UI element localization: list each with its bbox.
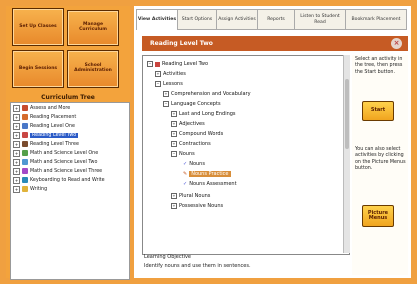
tree-leaf[interactable]: ✓ Nouns Assessment xyxy=(183,180,237,188)
book-icon xyxy=(22,168,28,174)
vertical-scrollbar[interactable] xyxy=(343,55,350,253)
pencil-icon: ✎ xyxy=(183,171,188,177)
tree-item[interactable]: + Math and Science Level Three xyxy=(13,167,102,175)
activity-tree[interactable]: − Reading Level Two + Activities − Lessons … xyxy=(142,55,350,255)
expand-icon[interactable]: + xyxy=(171,193,177,199)
book-icon xyxy=(22,159,28,165)
expand-icon[interactable]: + xyxy=(171,131,177,137)
book-icon xyxy=(22,114,28,120)
expand-icon[interactable]: + xyxy=(13,131,20,139)
collapse-icon[interactable]: − xyxy=(155,81,161,87)
curriculum-tree[interactable]: + Assess and More + Reading Placement + Rea… xyxy=(10,102,130,280)
tree-item[interactable]: + Keyboarding to Read and Write xyxy=(13,176,105,184)
tree-root[interactable]: − Reading Level Two xyxy=(147,60,208,68)
tree-item[interactable]: + Reading Level One xyxy=(13,122,75,130)
instructions-panel: Select an activity in the tree, then pre… xyxy=(352,55,408,275)
expand-icon[interactable]: + xyxy=(171,141,177,147)
book-icon xyxy=(22,150,28,156)
book-icon xyxy=(22,123,28,129)
tab-start-options[interactable]: Start Options xyxy=(177,9,217,30)
expand-icon[interactable]: + xyxy=(13,185,20,193)
tree-item[interactable]: + Math and Science Level One xyxy=(13,149,98,157)
book-icon xyxy=(22,141,28,147)
expand-icon[interactable]: + xyxy=(13,122,20,130)
tree-node[interactable]: − Lessons xyxy=(155,80,183,88)
tree-node[interactable]: − Nouns xyxy=(171,150,195,158)
book-icon xyxy=(22,105,28,111)
panel-title-bar: Reading Level Two × xyxy=(142,36,408,51)
tree-item-selected[interactable]: + Reading Level Two xyxy=(13,131,79,139)
tree-item[interactable]: + Math and Science Level Two xyxy=(13,158,97,166)
book-icon xyxy=(22,132,28,138)
tree-item[interactable]: + Reading Placement xyxy=(13,113,76,121)
scrollbar-thumb[interactable] xyxy=(345,79,349,149)
tab-listen-to-student-read[interactable]: Listen to Student Read xyxy=(294,9,346,30)
expand-icon[interactable]: + xyxy=(13,113,20,121)
instructions-text: You can also select activities by clicki… xyxy=(355,147,406,172)
expand-icon[interactable]: + xyxy=(155,71,161,77)
collapse-icon[interactable]: − xyxy=(163,101,169,107)
tab-bookmark-placement[interactable]: Bookmark Placement xyxy=(345,9,407,30)
book-icon xyxy=(22,177,28,183)
manage-curriculum-button[interactable]: Manage Curriculum xyxy=(67,10,119,46)
expand-icon[interactable]: + xyxy=(13,158,20,166)
tab-bar: View Activities Start Options Assign Act… xyxy=(134,6,411,30)
expand-icon[interactable]: + xyxy=(13,149,20,157)
expand-icon[interactable]: + xyxy=(171,111,177,117)
tree-node[interactable]: + Contractions xyxy=(171,140,211,148)
objective-label: Learning Objective xyxy=(144,254,192,260)
tab-reports[interactable]: Reports xyxy=(257,9,295,30)
school-administration-button[interactable]: School Administration xyxy=(67,50,119,88)
expand-icon[interactable]: + xyxy=(171,203,177,209)
tree-leaf[interactable]: ✓ Nouns xyxy=(183,160,205,168)
tab-assign-activities[interactable]: Assign Activities xyxy=(216,9,258,30)
tree-node[interactable]: + Comprehension and Vocabulary xyxy=(163,90,251,98)
expand-icon[interactable]: + xyxy=(171,121,177,127)
curriculum-tree-title: Curriculum Tree xyxy=(41,94,95,101)
expand-icon[interactable]: + xyxy=(13,140,20,148)
expand-icon[interactable]: + xyxy=(163,91,169,97)
pencil-icon xyxy=(22,186,28,192)
tree-node[interactable]: + Compound Words xyxy=(171,130,223,138)
panel-title: Reading Level Two xyxy=(150,40,213,47)
tree-item[interactable]: + Assess and More xyxy=(13,104,70,112)
tree-node[interactable]: + Possessive Nouns xyxy=(171,202,223,210)
tree-node[interactable]: + Activities xyxy=(155,70,186,78)
start-button[interactable]: Start xyxy=(362,101,394,121)
expand-icon[interactable]: + xyxy=(13,176,20,184)
tree-item[interactable]: + Reading Level Three xyxy=(13,140,79,148)
book-icon xyxy=(155,61,160,67)
tree-leaf-selected[interactable]: ✎ Nouns Practice xyxy=(183,170,231,178)
objective-text: Identify nouns and use them in sentences… xyxy=(144,263,251,269)
set-up-classes-button[interactable]: Set Up Classes xyxy=(12,8,64,46)
collapse-icon[interactable]: − xyxy=(147,61,153,67)
tree-node[interactable]: + Plural Nouns xyxy=(171,192,210,200)
learning-objective: Learning Objective Identify nouns and us… xyxy=(144,254,348,278)
tab-view-activities[interactable]: View Activities xyxy=(136,9,178,30)
picture-menus-button[interactable]: Picture Menus xyxy=(362,205,394,227)
tree-node[interactable]: − Language Concepts xyxy=(163,100,221,108)
close-icon[interactable]: × xyxy=(391,38,402,49)
expand-icon[interactable]: + xyxy=(13,104,20,112)
tree-item[interactable]: + Writing xyxy=(13,185,47,193)
collapse-icon[interactable]: − xyxy=(171,151,177,157)
tree-node[interactable]: + Adjectives xyxy=(171,120,205,128)
expand-icon[interactable]: + xyxy=(13,167,20,175)
checkmark-icon: ✓ xyxy=(183,161,188,167)
tree-node[interactable]: + Last and Long Endings xyxy=(171,110,236,118)
quiz-icon: ✓ xyxy=(183,181,188,187)
instructions-text: Select an activity in the tree, then pre… xyxy=(355,57,403,75)
begin-sessions-button[interactable]: Begin Sessions xyxy=(12,50,64,88)
